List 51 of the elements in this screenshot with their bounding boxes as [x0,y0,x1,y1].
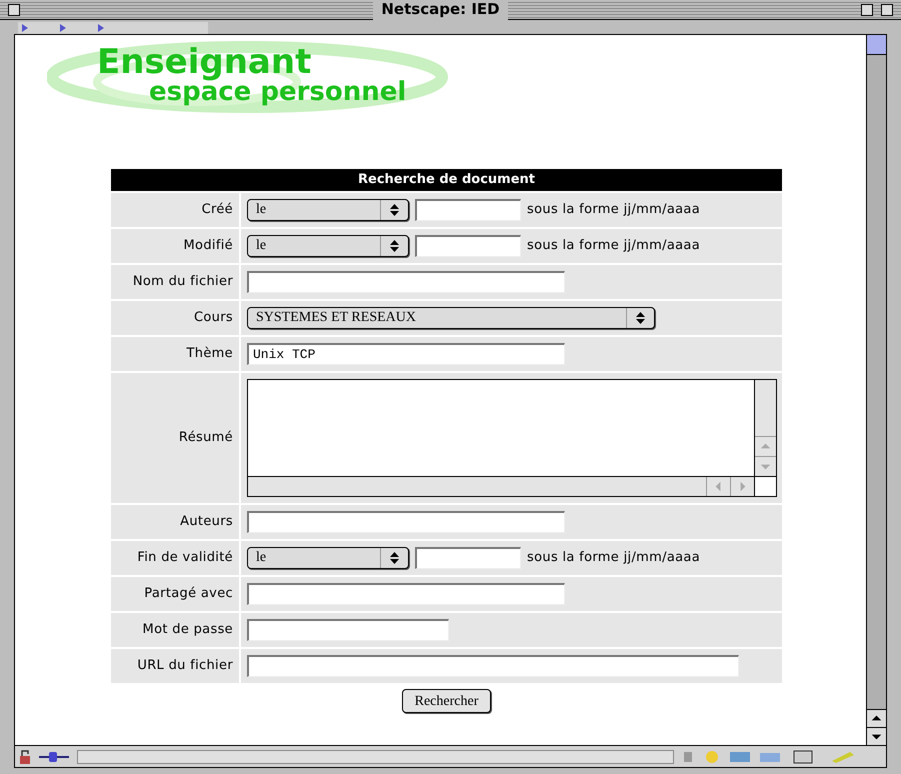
input-field[interactable] [247,619,449,641]
field-label: Thème [186,345,233,364]
field-label: Nom du fichier [132,273,233,292]
collapse-box-icon[interactable] [881,4,893,16]
dropdown[interactable]: le [247,547,409,569]
dropdown[interactable]: SYSTEMES ET RESEAUX [247,307,655,329]
input-field[interactable] [415,547,521,569]
input-field[interactable] [247,271,565,293]
scroll-thumb-icon[interactable] [867,35,886,55]
field-label: Fin de validité [137,549,233,568]
input-field[interactable] [247,511,565,533]
field-label: Auteurs [180,513,233,532]
input-field[interactable] [415,199,521,221]
format-hint: sous la forme jj/mm/aaaa [527,549,700,568]
field-label: Créé [202,201,233,220]
format-hint: sous la forme jj/mm/aaaa [527,201,700,220]
stepper-icon [390,240,399,252]
input-field[interactable] [247,583,565,605]
field-label: Résumé [178,429,233,448]
input-field[interactable] [415,235,521,257]
plug-icon [39,750,69,764]
field-label: Cours [194,309,233,328]
scroll-corner [754,476,776,496]
logo-title: Enseignant [97,45,312,79]
format-hint: sous la forme jj/mm/aaaa [527,237,700,256]
field-label: Mot de passe [142,621,233,640]
text-area[interactable] [247,379,777,497]
triangle-icon [60,24,66,32]
form-header: Recherche de document [111,169,782,191]
triangle-icon [22,24,28,32]
zoom-box-icon[interactable] [861,4,873,16]
toolbar-tabs[interactable] [18,22,208,34]
input-field[interactable] [247,655,739,677]
field-label: URL du fichier [137,657,233,676]
window-title: Netscape: IED [373,0,508,21]
scroll-down-icon[interactable] [867,727,886,745]
lock-icon [19,750,31,764]
field-label: Modifié [184,237,233,256]
scrollbar[interactable] [866,35,886,745]
field-label: Partagé avec [144,585,233,604]
stepper-icon [390,204,399,216]
search-button[interactable]: Rechercher [402,689,492,713]
dropdown[interactable]: le [247,199,409,221]
triangle-icon [98,24,104,32]
scroll-up-icon[interactable] [867,709,886,727]
stepper-icon [636,312,645,324]
close-box-icon[interactable] [8,4,20,16]
stepper-icon [390,552,399,564]
input-field[interactable]: Unix TCP [247,343,565,365]
dropdown[interactable]: le [247,235,409,257]
logo-subtitle: espace personnel [149,79,406,105]
